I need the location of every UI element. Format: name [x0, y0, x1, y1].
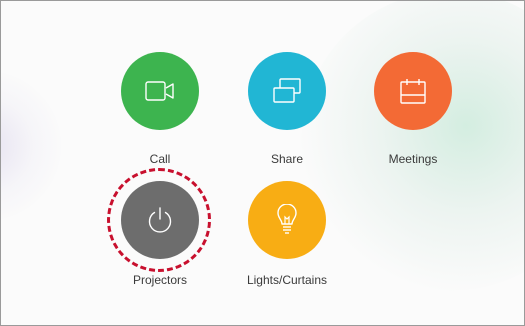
- share-label: Share: [270, 152, 304, 166]
- projectors-button[interactable]: Projectors: [105, 181, 215, 287]
- projectors-label: Projectors: [132, 273, 188, 287]
- share-screens-icon: [273, 78, 301, 103]
- meetings-button[interactable]: Meetings: [358, 52, 468, 166]
- lights-curtains-label: Lights/Curtains: [246, 273, 328, 287]
- calendar-icon: [400, 79, 426, 104]
- meetings-circle[interactable]: [374, 52, 452, 130]
- home-screen: Call Share Meetings Projectors Lights/Cu…: [0, 0, 525, 326]
- share-circle[interactable]: [248, 52, 326, 130]
- share-button[interactable]: Share: [232, 52, 342, 166]
- call-circle[interactable]: [121, 52, 199, 130]
- background-glow-left: [1, 71, 61, 221]
- video-camera-icon: [145, 81, 174, 101]
- call-button[interactable]: Call: [105, 52, 215, 166]
- lights-circle[interactable]: [248, 181, 326, 259]
- meetings-label: Meetings: [388, 152, 438, 166]
- call-label: Call: [149, 152, 171, 166]
- power-icon: [148, 207, 172, 233]
- lightbulb-icon: [277, 204, 297, 234]
- projectors-circle[interactable]: [121, 181, 199, 259]
- lights-curtains-button[interactable]: Lights/Curtains: [232, 181, 342, 287]
